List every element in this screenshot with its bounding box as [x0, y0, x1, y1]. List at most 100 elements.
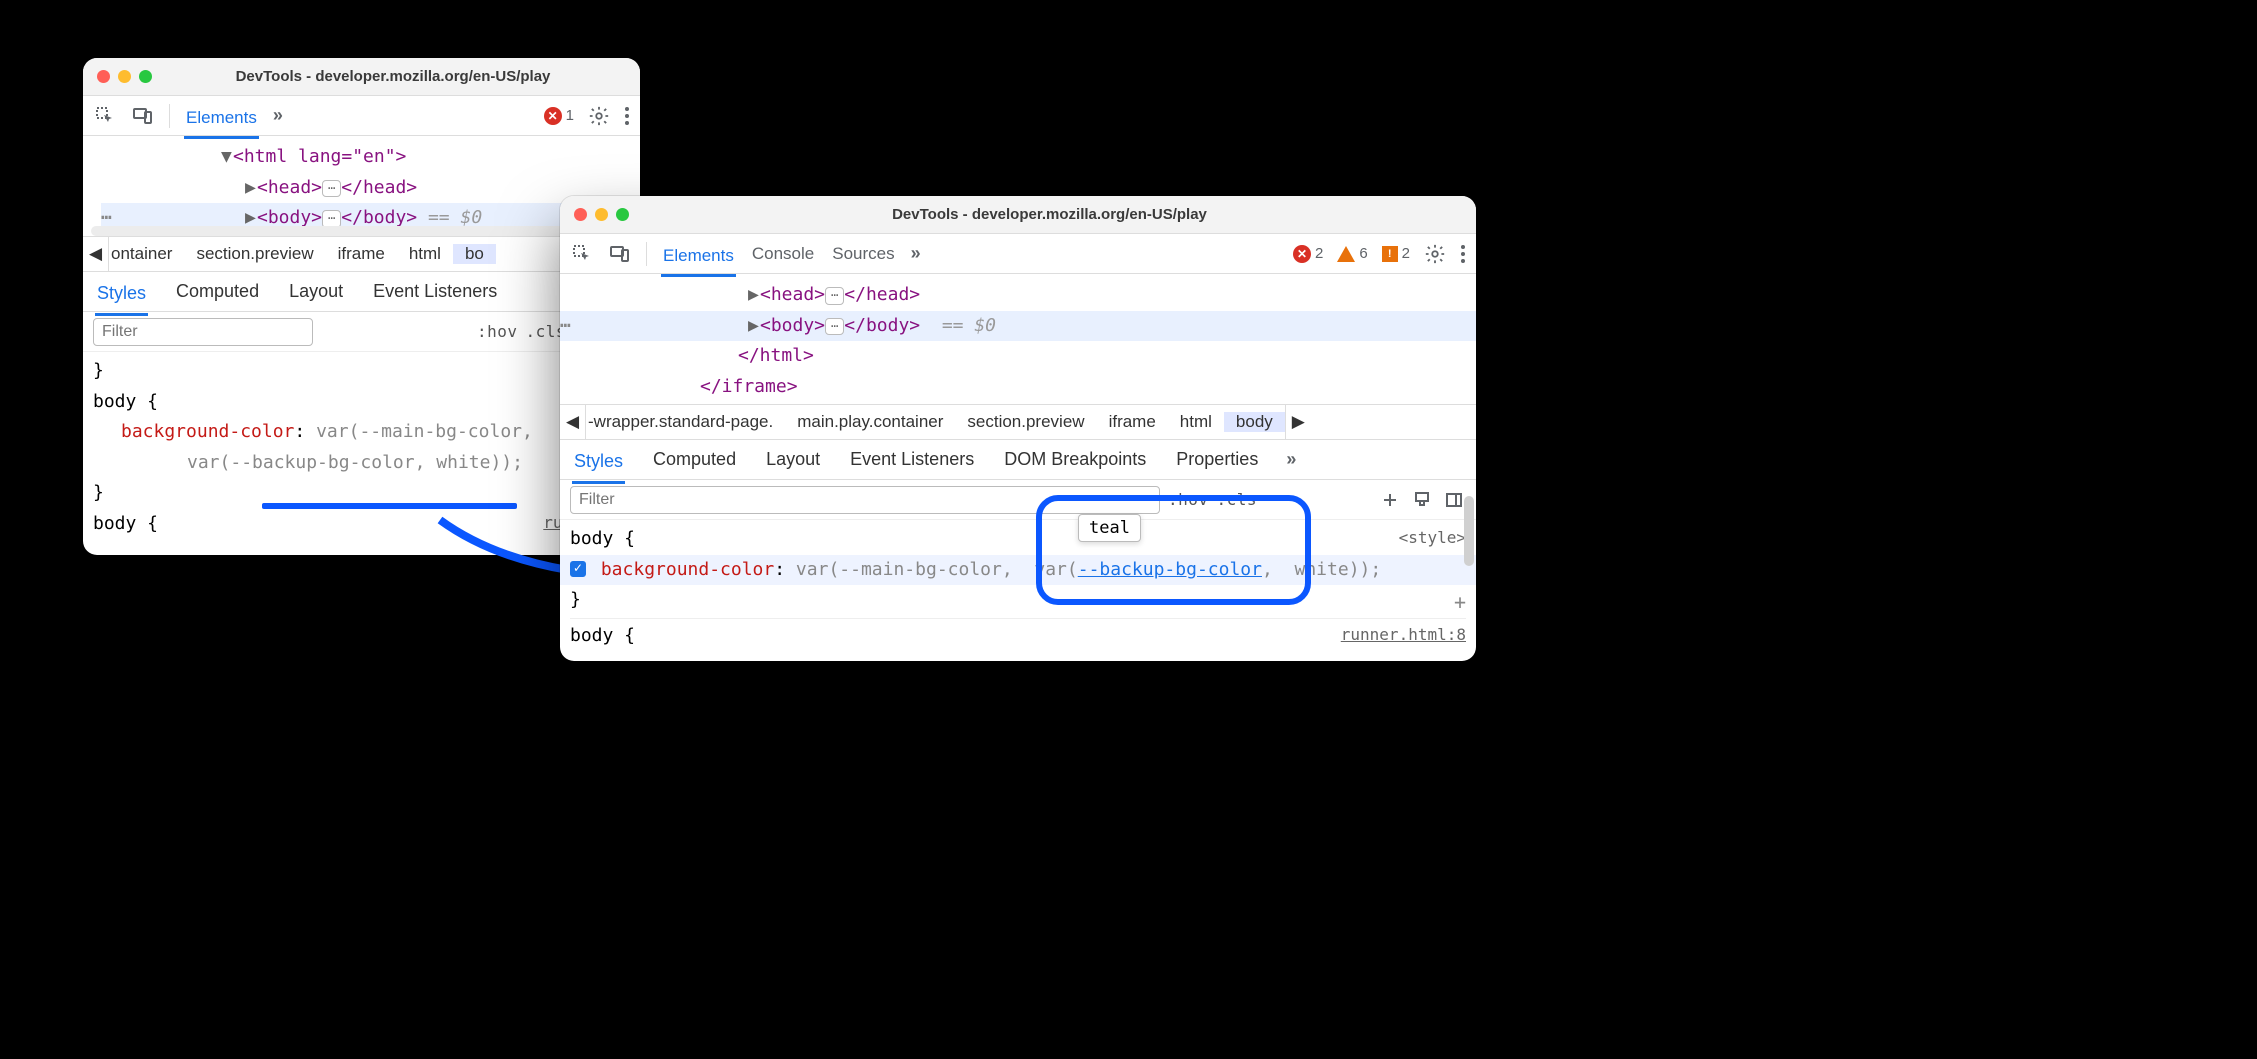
error-badge[interactable]: ✕2 [1293, 245, 1323, 263]
crumb-iframe[interactable]: iframe [1097, 412, 1168, 432]
crumb-section[interactable]: section.preview [955, 412, 1096, 432]
css-rules[interactable]: } <st body { background-color: var(--mai… [83, 352, 640, 550]
tab-elements[interactable]: Elements [184, 104, 259, 139]
brush-icon[interactable] [1410, 488, 1434, 512]
tab-layout[interactable]: Layout [287, 277, 345, 306]
crumb-wrapper[interactable]: -wrapper.standard-page. [586, 412, 785, 432]
breadcrumb-next-icon[interactable]: ▶ [1285, 405, 1311, 439]
inspect-icon[interactable] [93, 104, 117, 128]
crumb-iframe[interactable]: iframe [326, 244, 397, 264]
styles-tabstrip: Styles Computed Layout Event Listeners D… [560, 440, 1476, 480]
crumb-main[interactable]: main.play.container [785, 412, 955, 432]
warning-badge[interactable]: 6 [1337, 245, 1367, 262]
rule-source[interactable]: runner.html:8 [1341, 621, 1466, 648]
close-icon[interactable] [574, 208, 587, 221]
error-count: 1 [566, 107, 574, 124]
tab-styles[interactable]: Styles [572, 447, 625, 484]
error-icon: ✕ [1293, 245, 1311, 263]
rule-source[interactable]: <style> [1399, 524, 1466, 551]
warning-count: 6 [1359, 245, 1367, 262]
tab-sources[interactable]: Sources [830, 240, 896, 268]
error-badge[interactable]: ✕ 1 [544, 107, 574, 125]
styles-filter-row: :hov .cls [560, 480, 1476, 520]
info-icon: ! [1382, 246, 1398, 262]
info-badge[interactable]: !2 [1382, 245, 1410, 262]
more-tabs-icon[interactable]: » [1286, 449, 1296, 470]
tab-properties[interactable]: Properties [1174, 445, 1260, 474]
tab-console[interactable]: Console [750, 240, 816, 268]
crumb-section[interactable]: section.preview [184, 244, 325, 264]
tab-computed[interactable]: Computed [174, 277, 261, 306]
breadcrumb-prev-icon[interactable]: ◀ [560, 405, 586, 439]
hov-toggle[interactable]: :hov [477, 322, 518, 341]
cls-toggle[interactable]: .cls [1217, 490, 1258, 509]
breadcrumb: ◀ -wrapper.standard-page. main.play.cont… [560, 404, 1476, 440]
kebab-icon[interactable] [624, 106, 630, 126]
css-rules[interactable]: <style> body { background-color: var(--m… [560, 520, 1476, 661]
dom-row[interactable]: ▶<head>⋯</head> [101, 173, 640, 204]
scrollbar-horizontal[interactable] [91, 226, 632, 236]
crumb-html[interactable]: html [397, 244, 453, 264]
tab-layout[interactable]: Layout [764, 445, 822, 474]
zoom-icon[interactable] [616, 208, 629, 221]
gutter-ellipsis-icon: ⋯ [560, 311, 590, 342]
error-count: 2 [1315, 245, 1323, 262]
dom-row-selected[interactable]: ⋯▶<body>⋯</body> == $0 [560, 311, 1476, 342]
css-var-tooltip: teal [1078, 514, 1141, 542]
dom-tree[interactable]: ▼<html lang="en"> ▶<head>⋯</head> ⋯▶<bod… [83, 136, 640, 226]
window-title: DevTools - developer.mozilla.org/en-US/p… [160, 68, 626, 85]
window-title: DevTools - developer.mozilla.org/en-US/p… [637, 206, 1462, 223]
zoom-icon[interactable] [139, 70, 152, 83]
filter-input[interactable] [570, 486, 1160, 514]
crumb-html[interactable]: html [1168, 412, 1224, 432]
add-property-icon[interactable]: + [1454, 585, 1466, 619]
crumb-body[interactable]: body [1224, 412, 1285, 432]
dom-row[interactable]: </html> [560, 341, 1476, 372]
ellipsis-icon[interactable]: ⋯ [825, 318, 844, 336]
dom-row[interactable]: </iframe> [560, 372, 1476, 403]
minimize-icon[interactable] [595, 208, 608, 221]
device-toggle-icon[interactable] [131, 104, 155, 128]
filter-input[interactable] [93, 318, 313, 346]
css-var-link[interactable]: --backup-bg-color [1078, 559, 1262, 580]
crumb-body[interactable]: bo [453, 244, 496, 264]
property-toggle-checkbox[interactable] [570, 561, 586, 577]
tab-elements[interactable]: Elements [661, 242, 736, 277]
plus-icon[interactable] [1378, 488, 1402, 512]
ellipsis-icon[interactable]: ⋯ [322, 180, 341, 198]
more-tabs-icon[interactable]: » [273, 105, 283, 126]
tab-event-listeners[interactable]: Event Listeners [848, 445, 976, 474]
gutter-ellipsis-icon: ⋯ [101, 203, 131, 226]
annotation-underline [262, 503, 517, 509]
ellipsis-icon[interactable]: ⋯ [322, 210, 341, 226]
tab-styles[interactable]: Styles [95, 279, 148, 316]
breadcrumb-prev-icon[interactable]: ◀ [83, 237, 109, 271]
kebab-icon[interactable] [1460, 244, 1466, 264]
tab-event-listeners[interactable]: Event Listeners [371, 277, 499, 306]
crumb-container[interactable]: ontainer [109, 244, 184, 264]
tab-dom-breakpoints[interactable]: DOM Breakpoints [1002, 445, 1148, 474]
css-rule-body[interactable]: <st body { background-color: var(--main-… [93, 387, 630, 509]
inspect-icon[interactable] [570, 242, 594, 266]
dom-row[interactable]: ▼<html lang="en"> [101, 142, 640, 173]
dom-row[interactable]: ▶<head>⋯</head> [560, 280, 1476, 311]
panel-toggle-icon[interactable] [1442, 488, 1466, 512]
hov-toggle[interactable]: :hov [1168, 490, 1209, 509]
more-tabs-icon[interactable]: » [911, 243, 921, 264]
tab-computed[interactable]: Computed [651, 445, 738, 474]
dom-tree[interactable]: ▶<head>⋯</head> ⋯▶<body>⋯</body> == $0 <… [560, 274, 1476, 404]
scrollbar-vertical[interactable] [1464, 496, 1474, 566]
devtools-toolbar: Elements » ✕ 1 [83, 96, 640, 136]
gear-icon[interactable] [588, 105, 610, 127]
css-rule-body-2[interactable]: runner.ht body { [93, 509, 630, 540]
minimize-icon[interactable] [118, 70, 131, 83]
ellipsis-icon[interactable]: ⋯ [825, 287, 844, 305]
close-icon[interactable] [97, 70, 110, 83]
selected-node-indicator: == $0 [942, 315, 996, 336]
css-rule-body[interactable]: <style> body { background-color: var(--m… [570, 524, 1466, 616]
breadcrumb: ◀ ontainer section.preview iframe html b… [83, 236, 640, 272]
selected-node-indicator: == $0 [428, 207, 482, 226]
css-rule-body-2[interactable]: runner.html:8 body { [570, 618, 1466, 652]
device-toggle-icon[interactable] [608, 242, 632, 266]
gear-icon[interactable] [1424, 243, 1446, 265]
